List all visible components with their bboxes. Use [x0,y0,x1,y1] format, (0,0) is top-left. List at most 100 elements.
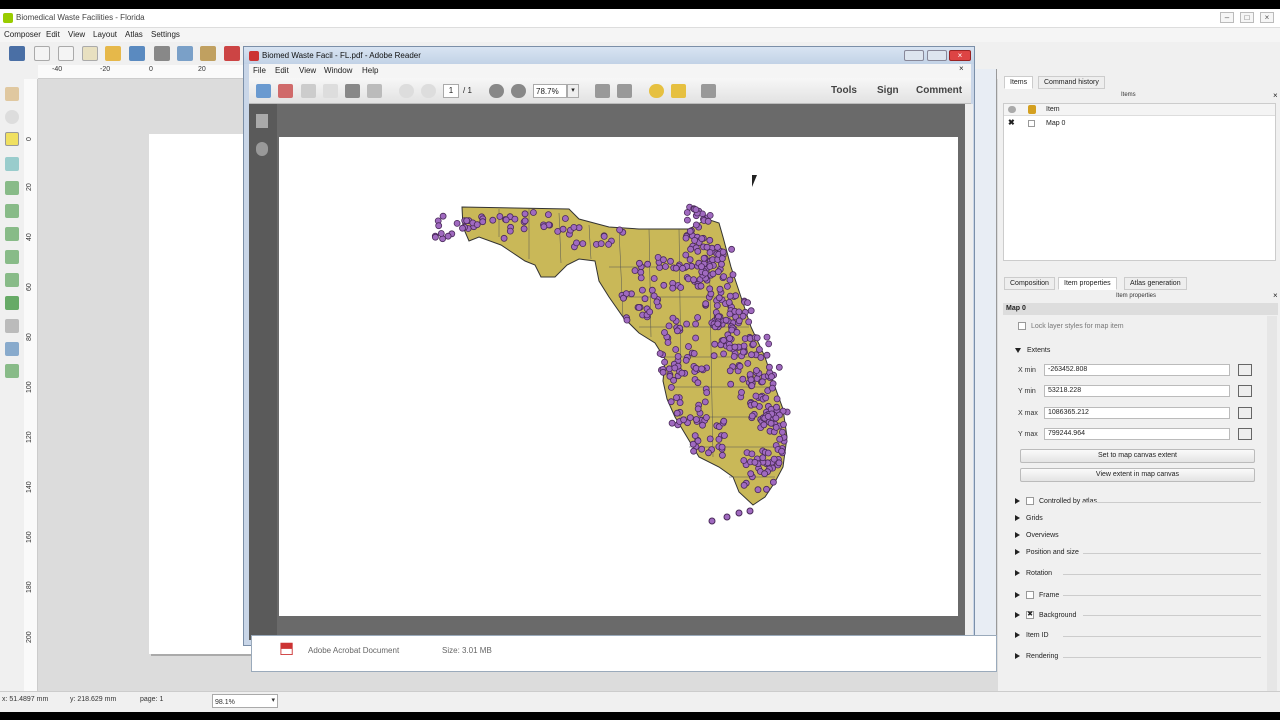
controlled-by-atlas-section[interactable]: Controlled by atlas [1015,497,1097,505]
set-to-canvas-extent-button[interactable]: Set to map canvas extent [1020,449,1255,463]
close-button[interactable]: × [1260,12,1274,23]
menu-edit[interactable]: Edit [46,30,60,39]
export-pdf-icon[interactable] [224,46,240,61]
add-legend-icon[interactable] [5,250,19,264]
zoom-dropdown-icon[interactable]: ▾ [271,696,275,704]
zoom-dropdown-icon[interactable]: ▾ [567,84,579,98]
tools-link[interactable]: Tools [831,85,857,96]
select-move-item-icon[interactable] [5,132,19,146]
prev-page-icon[interactable] [399,84,414,98]
adobe-maximize-button[interactable] [927,50,947,61]
zoom-out-icon[interactable] [489,84,504,98]
adobe-close-button[interactable]: × [949,50,971,61]
new-composer-icon[interactable] [34,46,50,61]
adobe-minimize-button[interactable] [904,50,924,61]
menu-layout[interactable]: Layout [93,30,117,39]
close-dock-icon[interactable]: × [1273,91,1278,100]
list-item[interactable]: ✖ Map 0 [1004,118,1275,130]
zoom-in-icon[interactable] [511,84,526,98]
adobe-menu-edit[interactable]: Edit [275,66,289,75]
pan-hand-icon[interactable] [5,87,19,101]
tab-atlas-generation[interactable]: Atlas generation [1124,277,1187,290]
adobe-menu-file[interactable]: File [253,66,266,75]
zoom-icon[interactable] [5,110,19,124]
composer-manager-icon[interactable] [82,46,98,61]
tab-command-history[interactable]: Command history [1038,76,1105,89]
duplicate-composer-icon[interactable] [58,46,74,61]
lock-checkbox[interactable] [1028,120,1035,127]
extents-section-header[interactable]: Extents [1015,347,1050,354]
rotation-section[interactable]: Rotation [1015,570,1052,577]
document-scrollbar[interactable] [965,104,973,640]
xmin-field[interactable]: -263452.808 [1044,364,1230,376]
close-properties-icon[interactable]: × [1273,291,1278,300]
expand-reader-icon[interactable] [701,84,716,98]
ymax-data-defined-icon[interactable] [1238,428,1252,440]
add-shape-icon[interactable] [5,296,19,310]
full-screen-icon[interactable] [617,84,632,98]
export-image-icon[interactable] [177,46,193,61]
highlight-icon[interactable] [671,84,686,98]
save-template-icon[interactable] [129,46,145,61]
frame-section[interactable]: Frame [1015,591,1059,599]
frame-checkbox[interactable] [1026,591,1034,599]
combine-icon[interactable] [278,84,293,98]
overviews-section[interactable]: Overviews [1015,532,1059,539]
menu-composer[interactable]: Composer [4,30,41,39]
zoom-level-input[interactable]: 78.7% [533,84,567,98]
zoom-combobox[interactable]: 98.1% ▾ [212,694,278,708]
xmax-data-defined-icon[interactable] [1238,407,1252,419]
next-page-icon[interactable] [421,84,436,98]
export-svg-icon[interactable] [200,46,216,61]
add-scalebar-icon[interactable] [5,273,19,287]
properties-scrollbar[interactable] [1267,316,1277,691]
view-extent-button[interactable]: View extent in map canvas [1020,468,1255,482]
xmax-field[interactable]: 1086365.212 [1044,407,1230,419]
background-section[interactable]: ✖ Background [1015,611,1076,619]
rendering-section[interactable]: Rendering [1015,653,1058,660]
maximize-button[interactable]: □ [1240,12,1254,23]
page-thumbnails-icon[interactable] [256,114,268,128]
attachments-icon[interactable] [256,142,268,156]
adobe-menu-view[interactable]: View [299,66,316,75]
position-size-section[interactable]: Position and size [1015,549,1079,556]
page-number-input[interactable]: 1 [443,84,459,98]
adobe-menu-window[interactable]: Window [324,66,352,75]
menu-atlas[interactable]: Atlas [125,30,143,39]
sign-link[interactable]: Sign [877,85,899,96]
minimize-button[interactable]: – [1220,12,1234,23]
adobe-menu-help[interactable]: Help [362,66,378,75]
add-arrow-icon[interactable] [5,319,19,333]
xmin-data-defined-icon[interactable] [1238,364,1252,376]
menu-view[interactable]: View [68,30,85,39]
background-checkbox[interactable]: ✖ [1026,611,1034,619]
menu-settings[interactable]: Settings [151,30,180,39]
add-html-frame-icon[interactable] [5,364,19,378]
open-template-icon[interactable] [105,46,121,61]
grids-section[interactable]: Grids [1015,515,1043,522]
save-doc-icon[interactable] [323,84,338,98]
tab-items[interactable]: Items [1004,76,1034,89]
ymax-field[interactable]: 799244.964 [1044,428,1230,440]
close-document-icon[interactable]: × [959,64,964,73]
ymin-field[interactable]: 53218.228 [1044,385,1230,397]
atlas-checkbox[interactable] [1026,497,1034,505]
print-icon[interactable] [154,46,170,61]
print-doc-icon[interactable] [345,84,360,98]
create-pdf-icon[interactable] [256,84,271,98]
add-label-icon[interactable] [5,227,19,241]
add-map-icon[interactable] [5,181,19,195]
ymin-data-defined-icon[interactable] [1238,385,1252,397]
tab-composition[interactable]: Composition [1004,277,1055,290]
fit-page-icon[interactable] [595,84,610,98]
sticky-note-icon[interactable] [649,84,664,98]
tab-item-properties[interactable]: Item properties [1058,277,1117,290]
item-id-section[interactable]: Item ID [1015,632,1049,639]
save-icon[interactable] [9,46,25,61]
email-icon[interactable] [367,84,382,98]
lock-styles-checkbox[interactable] [1018,322,1026,330]
edit-icon[interactable] [301,84,316,98]
visible-checkbox[interactable]: ✖ [1008,118,1015,127]
add-image-icon[interactable] [5,204,19,218]
lock-styles-option[interactable]: Lock layer styles for map item [1018,322,1124,330]
